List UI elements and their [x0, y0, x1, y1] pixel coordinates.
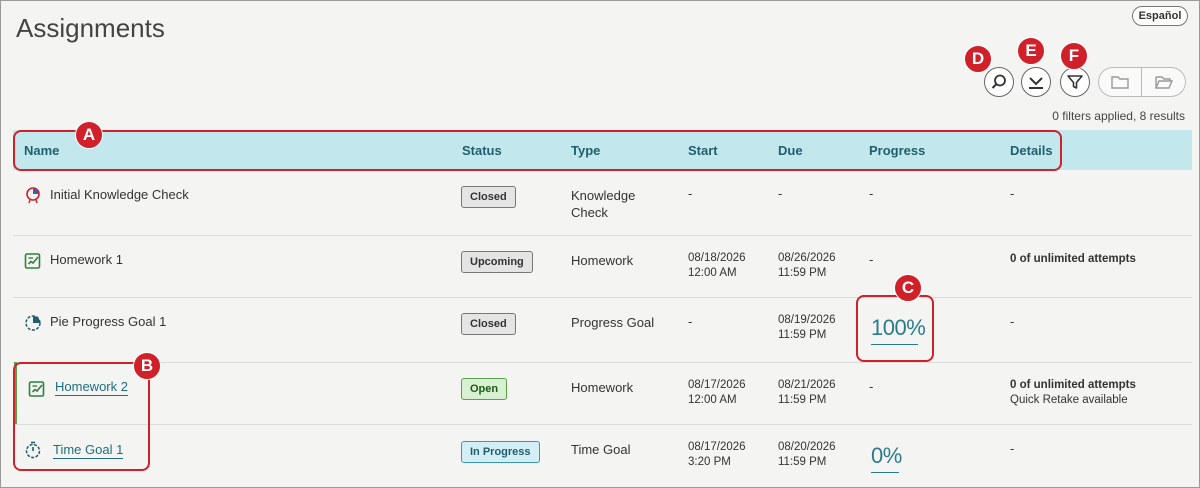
highlight-box-names [13, 362, 150, 471]
knowledge-check-icon [26, 187, 40, 204]
details-cell: - [1010, 441, 1015, 456]
homework-icon [24, 253, 41, 269]
folder-icon [1111, 76, 1129, 89]
highlight-box-header [13, 130, 1062, 171]
language-button[interactable]: Español [1132, 6, 1188, 26]
assignment-name: Initial Knowledge Check [50, 187, 189, 202]
type-cell: Progress Goal [571, 315, 655, 330]
progress-percent: 0% [871, 443, 902, 468]
marker-d: D [964, 45, 992, 73]
progress-cell: - [869, 252, 874, 267]
row-divider [13, 235, 1192, 236]
folder-open-icon [1154, 76, 1173, 89]
type-cell: Homework [571, 380, 634, 395]
folder-button[interactable] [1098, 67, 1142, 97]
pie-progress-icon [25, 315, 41, 331]
type-cell: Time Goal [571, 442, 631, 457]
type-cell: Homework [571, 253, 634, 268]
details-cell: 0 of unlimited attempts [1010, 253, 1136, 265]
status-badge: Open [461, 378, 508, 400]
status-badge: Upcoming [461, 251, 533, 273]
due-time: 11:59 PM [778, 456, 827, 468]
due-time: 11:59 PM [778, 394, 827, 406]
page-title: Assignments [16, 13, 165, 43]
due-date: 08/20/2026 [778, 441, 836, 453]
assignment-name: Pie Progress Goal 1 [50, 314, 167, 329]
due-date: 08/21/2026 [778, 379, 836, 391]
type-cell: Knowledge Check [571, 188, 636, 220]
marker-e: E [1017, 37, 1045, 65]
progress-underline [871, 472, 899, 473]
due-time: 11:59 PM [778, 267, 827, 279]
assignment-name: Homework 1 [50, 252, 123, 267]
marker-a: A [75, 121, 103, 149]
details-cell: - [1010, 186, 1015, 201]
assignments-page: Assignments Español 0 filters applied, 8… [0, 0, 1200, 488]
start-date: 08/17/2026 [688, 441, 746, 453]
start-time: 3:20 PM [688, 456, 731, 468]
start-time: 12:00 AM [688, 394, 737, 406]
details-cell: - [1010, 314, 1015, 329]
due-date: 08/19/2026 [778, 314, 836, 326]
search-icon [991, 74, 1006, 89]
start-time: 12:00 AM [688, 267, 737, 279]
status-badge: Closed [461, 313, 516, 335]
filter-button[interactable] [1060, 67, 1090, 97]
progress-cell: - [869, 186, 874, 201]
details-cell: 0 of unlimited attempts [1010, 379, 1136, 391]
due-time: 11:59 PM [778, 329, 827, 341]
marker-c: C [894, 274, 922, 302]
row-divider [13, 424, 1192, 425]
folder-open-button[interactable] [1142, 67, 1186, 97]
row-divider [13, 362, 1192, 363]
marker-b: B [133, 352, 161, 380]
start-date: 08/18/2026 [688, 252, 746, 264]
results-summary: 0 filters applied, 8 results [1052, 109, 1185, 123]
search-button[interactable] [984, 67, 1014, 97]
row-divider [13, 297, 1192, 298]
status-badge: Closed [461, 186, 516, 208]
start-cell: - [688, 314, 693, 329]
progress-cell: - [869, 379, 874, 394]
start-cell: - [688, 186, 693, 201]
details-subtext: Quick Retake available [1010, 394, 1128, 406]
due-cell: - [778, 186, 783, 201]
marker-f: F [1060, 42, 1088, 70]
start-date: 08/17/2026 [688, 379, 746, 391]
download-button[interactable] [1021, 67, 1051, 97]
highlight-box-progress [856, 295, 934, 362]
download-icon [1029, 77, 1043, 89]
status-badge: In Progress [461, 441, 540, 463]
due-date: 08/26/2026 [778, 252, 836, 264]
filter-icon [1067, 75, 1083, 89]
